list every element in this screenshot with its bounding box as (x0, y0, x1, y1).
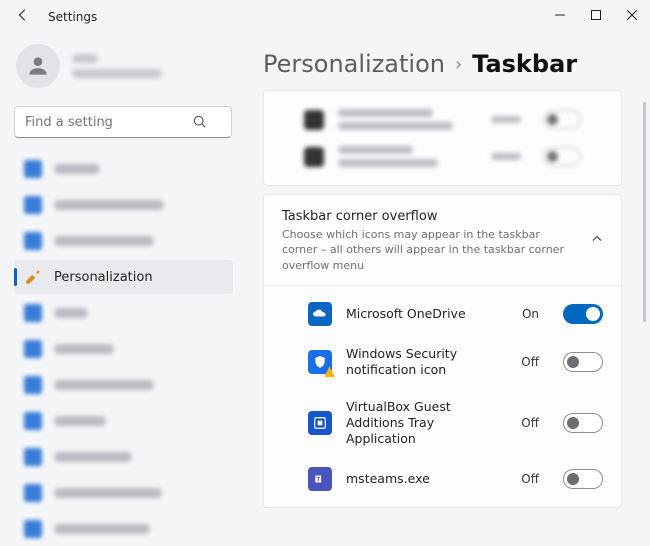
overflow-item-virtualbox: VirtualBox Guest Additions Tray Applicat… (264, 389, 621, 458)
nav-item-blurred[interactable] (14, 332, 233, 366)
user-profile[interactable] (14, 44, 233, 88)
personalization-icon (24, 268, 42, 286)
avatar (16, 44, 60, 88)
item-label: VirtualBox Guest Additions Tray Applicat… (346, 399, 481, 448)
onedrive-icon (308, 302, 332, 326)
card-header[interactable]: Taskbar corner overflow Choose which ico… (264, 195, 621, 286)
breadcrumb: Personalization › Taskbar (263, 50, 630, 78)
sidebar: Personalization (0, 34, 245, 514)
svg-text:T: T (316, 477, 320, 483)
list-item[interactable] (264, 101, 621, 138)
toggle-switch[interactable] (563, 304, 603, 324)
list-item[interactable] (264, 138, 621, 175)
back-arrow-icon[interactable] (16, 8, 30, 26)
card-blurred-items (263, 90, 622, 186)
search-icon (193, 114, 207, 133)
maximize-button[interactable] (578, 0, 614, 30)
security-icon (308, 350, 332, 374)
nav-item-blurred[interactable] (14, 512, 233, 546)
item-label: Windows Security notification icon (346, 346, 481, 379)
nav-item-blurred[interactable] (14, 224, 233, 258)
nav-list: Personalization (14, 152, 233, 546)
nav-item-personalization[interactable]: Personalization (14, 260, 233, 294)
toggle-switch[interactable] (563, 352, 603, 372)
main-panel: Personalization › Taskbar Taskbar (245, 34, 650, 514)
virtualbox-icon (308, 411, 332, 435)
toggle-switch[interactable] (563, 413, 603, 433)
overflow-item-security: Windows Security notification icon Off (264, 336, 621, 389)
nav-item-blurred[interactable] (14, 296, 233, 330)
nav-item-blurred[interactable] (14, 404, 233, 438)
nav-item-blurred[interactable] (14, 476, 233, 510)
chevron-right-icon: › (455, 54, 462, 75)
nav-item-blurred[interactable] (14, 368, 233, 402)
item-label: msteams.exe (346, 471, 430, 487)
chevron-up-icon (591, 233, 603, 248)
breadcrumb-parent[interactable]: Personalization (263, 50, 445, 78)
nav-item-blurred[interactable] (14, 152, 233, 186)
card-taskbar-overflow: Taskbar corner overflow Choose which ico… (263, 194, 622, 508)
titlebar: Settings (0, 0, 650, 34)
item-status: On (522, 307, 539, 321)
profile-email-blurred (72, 69, 162, 78)
item-status: Off (521, 355, 539, 369)
item-label: Microsoft OneDrive (346, 306, 466, 322)
overflow-item-teams: T msteams.exe Off (264, 457, 621, 501)
minimize-button[interactable] (542, 0, 578, 30)
breadcrumb-current: Taskbar (472, 50, 577, 78)
window-title: Settings (48, 10, 97, 24)
nav-item-blurred[interactable] (14, 188, 233, 222)
nav-label: Personalization (54, 270, 153, 285)
nav-item-blurred[interactable] (14, 440, 233, 474)
item-status: Off (521, 472, 539, 486)
overflow-item-onedrive: Microsoft OneDrive On (264, 292, 621, 336)
profile-name-blurred (72, 54, 98, 63)
toggle-switch[interactable] (563, 469, 603, 489)
close-button[interactable] (614, 0, 650, 30)
card-title: Taskbar corner overflow (282, 209, 569, 224)
search-box[interactable] (14, 106, 233, 138)
item-status: Off (521, 416, 539, 430)
scrollbar-thumb[interactable] (643, 102, 646, 322)
teams-icon: T (308, 467, 332, 491)
card-subtitle: Choose which icons may appear in the tas… (282, 227, 569, 273)
